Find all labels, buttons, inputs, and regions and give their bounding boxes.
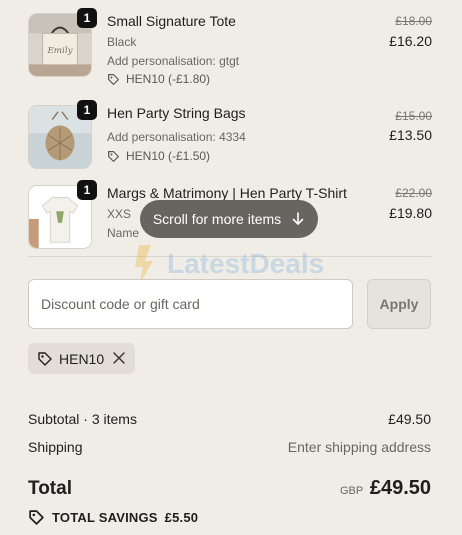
product-name: Small Signature Tote — [107, 13, 236, 29]
discount-code-input[interactable] — [28, 279, 353, 329]
subtotal-value: £49.50 — [388, 411, 431, 427]
discounted-price: £16.20 — [389, 33, 432, 49]
original-price: £18.00 — [395, 14, 432, 28]
scroll-for-more-label: Scroll for more items — [152, 211, 282, 227]
apply-button[interactable]: Apply — [367, 279, 431, 329]
discounted-price: £19.80 — [389, 205, 432, 221]
arrow-down-icon — [292, 212, 304, 225]
cart-item: 1 Hen Party String Bags Add personalisat… — [28, 100, 432, 175]
shipping-label: Shipping — [28, 439, 83, 455]
discounted-price: £13.50 — [389, 127, 432, 143]
total-savings-value: £5.50 — [164, 510, 199, 525]
product-personalisation: Add personalisation: gtgt — [107, 54, 240, 68]
tag-icon — [29, 510, 44, 525]
tag-icon — [108, 150, 119, 162]
svg-text:Emily: Emily — [46, 46, 72, 56]
subtotal-label: Subtotal · 3 items — [28, 411, 137, 427]
original-price: £22.00 — [395, 186, 432, 200]
shipping-value: Enter shipping address — [287, 439, 431, 455]
product-name: Margs & Matrimony | Hen Party T-Shirt — [107, 185, 347, 201]
total-label: Total — [28, 478, 72, 499]
total-value: £49.50 — [369, 477, 431, 499]
quantity-badge: 1 — [77, 100, 97, 120]
product-extra-line: Name — [107, 226, 140, 240]
item-discount: HEN10 (-£1.80) — [107, 72, 210, 86]
tag-icon — [108, 73, 119, 85]
product-name: Hen Party String Bags — [107, 105, 246, 121]
currency-code: GBP — [340, 485, 364, 497]
product-personalisation: Add personalisation: 4334 — [107, 130, 246, 144]
tag-icon — [38, 351, 52, 366]
applied-discount-chip: HEN10 — [28, 343, 135, 374]
total-savings-label: TOTAL SAVINGS — [52, 510, 158, 525]
close-icon[interactable] — [112, 351, 126, 365]
product-variant: XXS — [107, 207, 132, 221]
product-variant: Black — [107, 35, 137, 49]
cart-item: Emily 1 Small Signature Tote Black Add p… — [28, 8, 432, 93]
scroll-for-more-button[interactable]: Scroll for more items — [140, 200, 318, 238]
item-discount-text: HEN10 (-£1.80) — [126, 72, 211, 86]
quantity-badge: 1 — [77, 8, 97, 28]
applied-code-label: HEN10 — [59, 350, 105, 367]
item-discount-text: HEN10 (-£1.50) — [126, 149, 211, 163]
quantity-badge: 1 — [77, 180, 97, 200]
svg-text:LatestDeals: LatestDeals — [167, 248, 324, 279]
total-savings: TOTAL SAVINGS £5.50 — [28, 509, 198, 526]
item-discount: HEN10 (-£1.50) — [107, 149, 210, 163]
original-price: £15.00 — [395, 109, 432, 123]
